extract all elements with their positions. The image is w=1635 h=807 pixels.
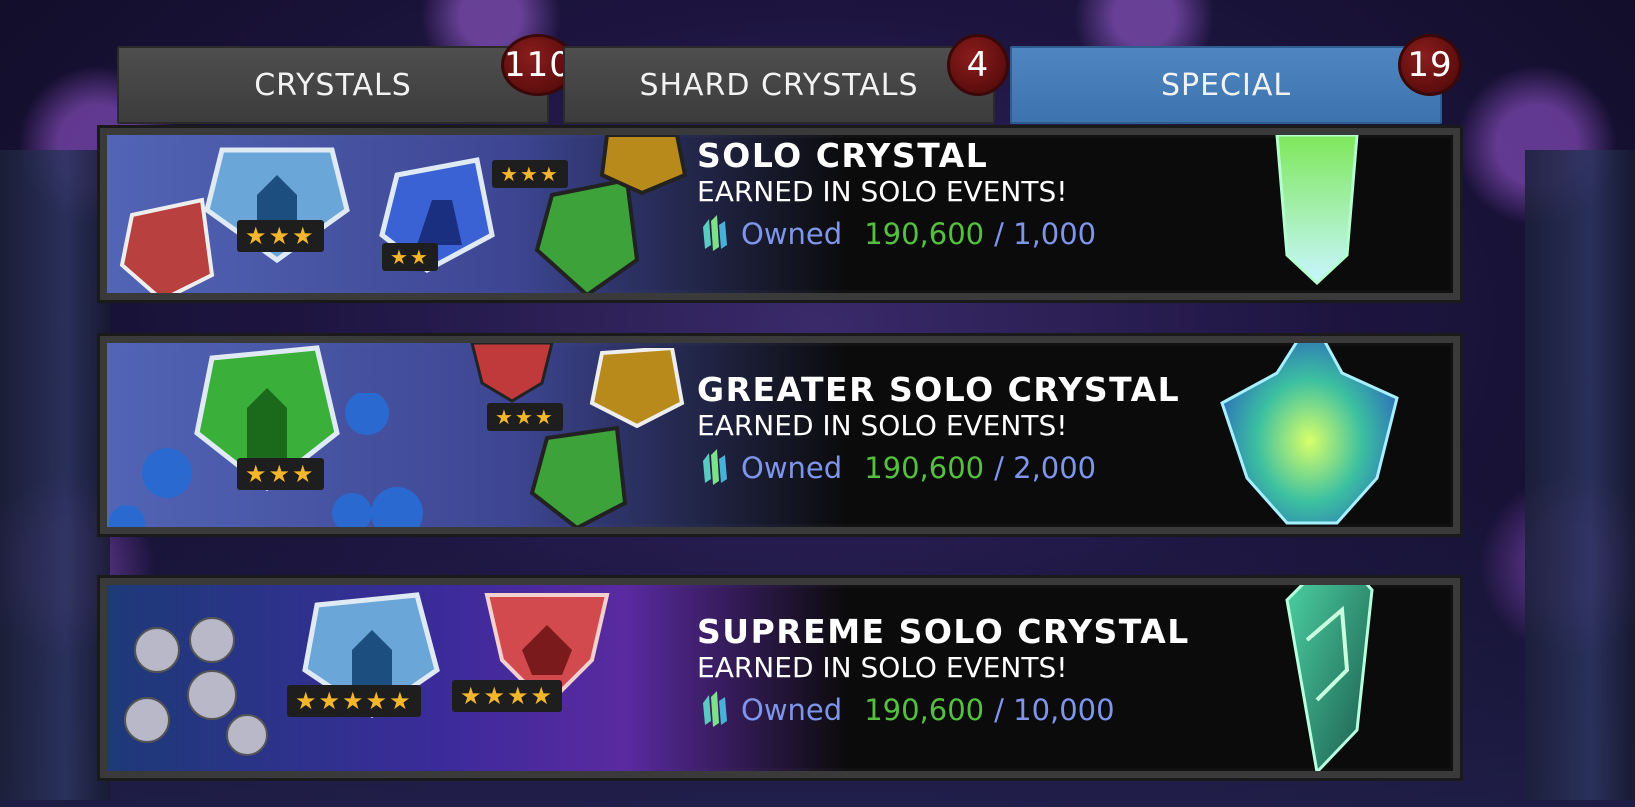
gold-shard-icon [599,135,687,195]
tab-special[interactable]: SPECIAL 19 [1010,34,1462,124]
tab-special-count-badge: 19 [1398,34,1462,96]
owned-label: Owned [741,217,843,251]
three-star-label-2: ★★★ [487,403,563,431]
background-pillar-left [0,150,110,800]
crystal-subtitle: EARNED IN SOLO EVENTS! [697,175,1068,208]
required-amount: / 10,000 [994,693,1115,727]
solo-crystal-info: SOLO CRYSTAL EARNED IN SOLO EVENTS! Owne… [697,137,1096,253]
owned-line: Owned 190,600 / 1,000 [697,215,1096,253]
owned-line: Owned 190,600 / 10,000 [697,691,1190,729]
crystal-row-solo[interactable]: ★★★ ★★ ★★★ SOLO CRYSTAL EARNED IN SOLO E… [100,128,1460,300]
owned-value: 190,600 [864,451,985,485]
green-shard-crystal-icon [1275,135,1359,285]
shard-currency-icon [703,691,727,727]
shard-currency-icon [703,449,727,485]
shard-currency-icon [703,215,727,251]
tab-shard-crystals-label: SHARD CRYSTALS [639,67,919,103]
crystal-title: SOLO CRYSTAL [697,136,989,175]
three-star-label: ★★★ [237,220,324,252]
crystal-title: GREATER SOLO CRYSTAL [697,370,1181,409]
green-diamond-crystal-icon [1285,585,1374,771]
five-star-label: ★★★★★ [287,685,421,717]
three-star-label-2: ★★★ [492,160,568,188]
three-star-label: ★★★ [237,458,324,490]
crystal-title: SUPREME SOLO CRYSTAL [697,612,1190,651]
four-star-label: ★★★★ [452,680,563,712]
owned-value: 190,600 [864,217,985,251]
owned-label: Owned [741,451,843,485]
red-shard-icon [470,343,554,403]
tab-shard-crystals-count-badge: 4 [947,34,1009,96]
greater-solo-crystal-info: GREATER SOLO CRYSTAL EARNED IN SOLO EVEN… [697,371,1180,487]
crystal-subtitle: EARNED IN SOLO EVENTS! [697,651,1068,684]
crystal-row-greater-solo[interactable]: ★★★ ★★★ GREATER SOLO CRYSTAL EARNED IN S… [100,336,1460,534]
crystal-subtitle: EARNED IN SOLO EVENTS! [697,409,1068,442]
red-shard-icon [119,197,215,293]
tab-crystals-label: CRYSTALS [254,67,412,103]
two-star-label: ★★ [382,243,438,271]
green-shard-icon [529,425,627,527]
silver-molecule-icon [124,617,268,756]
owned-line: Owned 190,600 / 2,000 [697,449,1180,487]
owned-value: 190,600 [864,693,985,727]
required-amount: / 1,000 [994,217,1097,251]
supreme-solo-crystal-info: SUPREME SOLO CRYSTAL EARNED IN SOLO EVEN… [697,613,1190,729]
owned-label: Owned [741,693,843,727]
background-pillar-right [1525,150,1635,800]
tab-crystals[interactable]: CRYSTALS 110 [117,34,575,124]
tab-special-label: SPECIAL [1160,67,1292,103]
tab-shard-crystals[interactable]: SHARD CRYSTALS 4 [563,34,1009,124]
gold-shard-icon [589,348,685,428]
green-cluster-crystal-icon [1220,343,1399,525]
crystal-row-supreme-solo[interactable]: ★★★★★ ★★★★ SUPREME SOLO CRYSTAL EARNED I… [100,578,1460,778]
required-amount: / 2,000 [994,451,1097,485]
